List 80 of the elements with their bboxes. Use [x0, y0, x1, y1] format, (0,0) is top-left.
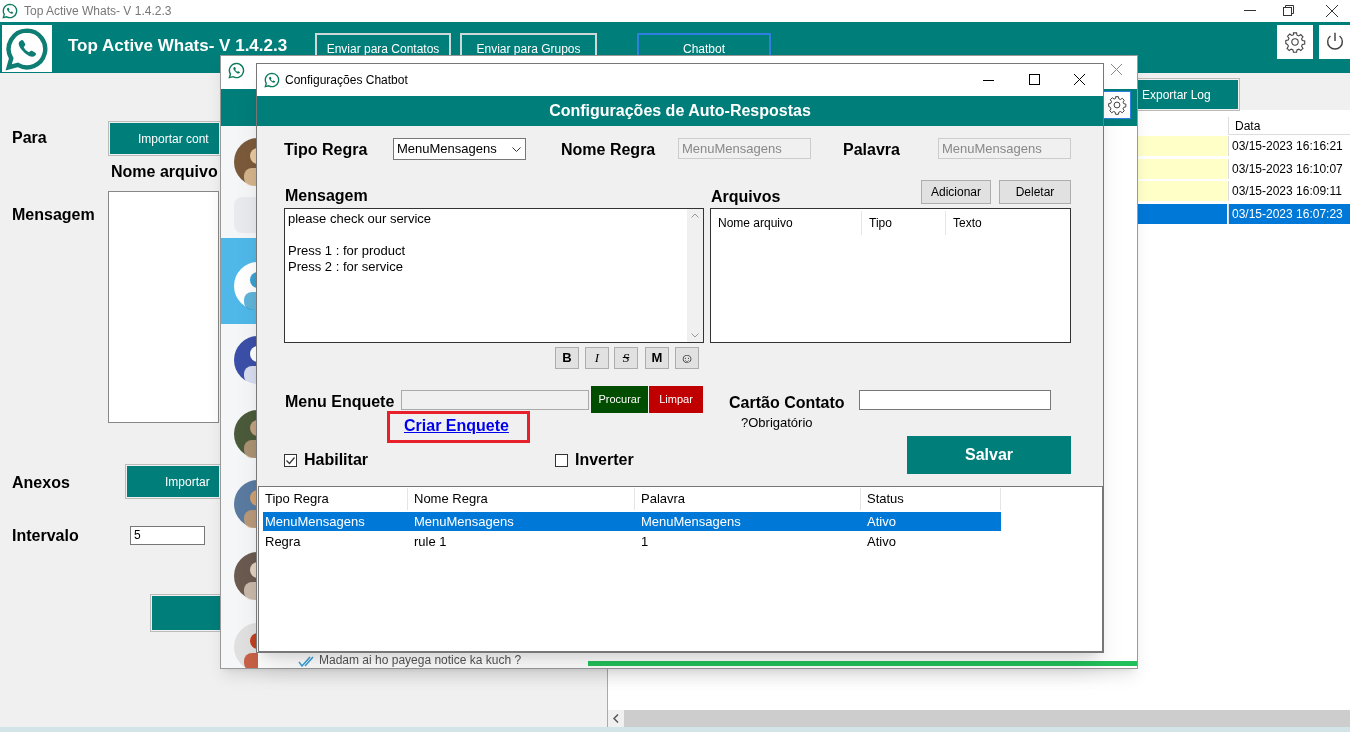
- power-button[interactable]: [1319, 25, 1350, 59]
- export-log-button[interactable]: Exportar Log: [1136, 80, 1238, 109]
- field-label: Arquivos: [711, 187, 781, 207]
- window-title: Top Active Whats- V 1.4.2.3: [24, 3, 172, 20]
- column-header: Data: [1228, 117, 1350, 135]
- app-title: Top Active Whats- V 1.4.2.3: [68, 35, 288, 57]
- field-label: Palavra: [843, 140, 900, 160]
- import-button[interactable]: Importar cont: [110, 123, 219, 154]
- clear-button[interactable]: Limpar: [649, 386, 703, 413]
- message-text: please check our service Press 1 : for product Press 2 : for service: [288, 211, 432, 275]
- table-cell-text: Regra: [264, 533, 301, 551]
- format-button[interactable]: M: [645, 347, 669, 369]
- settings-button[interactable]: [1277, 25, 1313, 59]
- app-logo-icon: [264, 72, 280, 88]
- table-cell-text: MenuMensagens: [413, 513, 514, 531]
- add-button[interactable]: Adicionar: [921, 180, 991, 204]
- horizontal-scrollbar[interactable]: [608, 710, 1350, 727]
- field-label: Para: [12, 128, 47, 148]
- column-header: Tipo: [862, 211, 946, 235]
- contact-card-field[interactable]: [859, 390, 1051, 410]
- chevron-down-icon: [512, 146, 521, 152]
- settings-icon: [1284, 31, 1306, 53]
- checkbox-label: Inverter: [575, 450, 634, 470]
- field-label: Mensagem: [285, 186, 368, 206]
- scroll-left-icon[interactable]: [613, 714, 619, 723]
- checkbox[interactable]: [284, 453, 297, 467]
- interval-field[interactable]: 5: [130, 526, 205, 545]
- field-label: Nome arquivo: [111, 162, 218, 182]
- format-button[interactable]: ☺: [675, 347, 699, 369]
- field-label: Menu Enquete: [285, 392, 395, 412]
- table-cell-text: rule 1: [413, 533, 447, 551]
- field-label: Mensagem: [12, 205, 95, 225]
- field-label: Anexos: [12, 473, 70, 493]
- checkbox-label: Habilitar: [304, 450, 368, 470]
- create-poll-link[interactable]: Criar Enquete: [404, 414, 509, 438]
- field-label: Cartão Contato: [729, 393, 845, 413]
- message-field[interactable]: please check our service Press 1 : for product Press 2 : for service: [284, 208, 704, 343]
- column-header: Palavra: [635, 488, 861, 510]
- import-button[interactable]: Importar: [127, 466, 219, 497]
- column-header: Nome arquivo: [711, 211, 862, 235]
- format-button[interactable]: B: [555, 347, 579, 369]
- field-label: Tipo Regra: [284, 140, 368, 160]
- dialog-header: Configurações de Auto-Respostas: [257, 96, 1103, 126]
- minimize-icon[interactable]: [1244, 10, 1256, 12]
- settings-icon: [1107, 95, 1127, 115]
- delete-button[interactable]: Deletar: [999, 180, 1071, 204]
- restore-icon[interactable]: [1283, 5, 1294, 16]
- double-check-icon: [298, 656, 316, 667]
- table-cell-text: Ativo: [866, 533, 896, 551]
- column-header: Tipo Regra: [259, 488, 408, 510]
- settings-button[interactable]: [1103, 91, 1131, 119]
- message-preview: Madam ai ho payega notice ka kuch ?: [319, 653, 522, 667]
- app-logo-icon: [228, 62, 245, 79]
- required-note: ?Obrigatório: [741, 414, 813, 432]
- message-field[interactable]: [108, 191, 219, 423]
- checkbox[interactable]: [555, 453, 568, 467]
- table-cell-text: Ativo: [866, 513, 896, 531]
- search-button[interactable]: Procurar: [591, 386, 648, 413]
- table-cell: 03/15-2023 16:07:23: [1228, 203, 1350, 224]
- close-icon[interactable]: [1326, 5, 1338, 17]
- format-button[interactable]: S: [614, 347, 638, 369]
- table-row[interactable]: Regra rule 1 1 Ativo: [263, 532, 1001, 551]
- field-label: Nome Regra: [561, 140, 656, 160]
- dialog-title: Configurações Chatbot: [285, 72, 408, 89]
- app-logo-icon: [2, 3, 18, 19]
- maximize-icon[interactable]: [1029, 74, 1040, 85]
- save-button[interactable]: Salvar: [907, 436, 1071, 474]
- column-header: Texto: [952, 215, 983, 232]
- app-logo-icon: [2, 25, 52, 72]
- format-button[interactable]: I: [585, 347, 609, 369]
- close-icon[interactable]: [1074, 74, 1085, 85]
- column-header: Status: [861, 488, 1001, 510]
- field-label: Intervalo: [12, 526, 79, 546]
- table-row[interactable]: MenuMensagens MenuMensagens MenuMensagens Ativo: [263, 512, 1001, 531]
- table-cell-text: MenuMensagens: [640, 513, 741, 531]
- table-cell-text: MenuMensagens: [264, 513, 365, 531]
- table-cell-text: 1: [640, 533, 649, 551]
- rule-type-dropdown[interactable]: MenuMensagens: [393, 138, 526, 160]
- poll-field[interactable]: [401, 390, 589, 410]
- column-header: Nome Regra: [408, 488, 635, 510]
